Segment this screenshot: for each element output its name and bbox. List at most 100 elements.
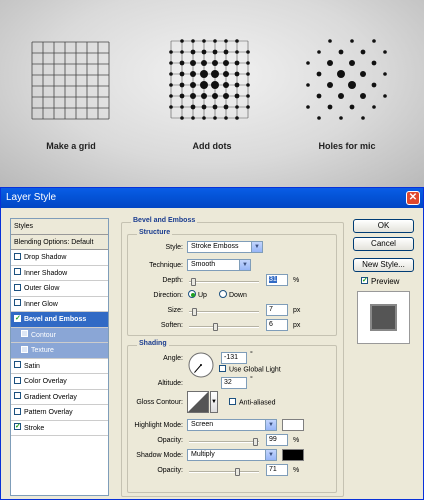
style-value: Stroke Emboss	[191, 243, 239, 250]
styles-list-item[interactable]: Color Overlay	[11, 374, 108, 390]
size-input[interactable]: 7	[266, 304, 288, 316]
close-button[interactable]: ✕	[406, 191, 420, 205]
angle-unit: °	[250, 351, 253, 358]
styles-list-item[interactable]: Blending Options: Default	[11, 234, 108, 250]
dot	[191, 39, 195, 43]
dot	[169, 105, 173, 109]
soften-slider[interactable]	[189, 323, 259, 331]
styles-list-item[interactable]: ✓ Bevel and Emboss	[11, 312, 108, 328]
direction-down-radio[interactable]: Down	[219, 290, 247, 299]
styles-list-item[interactable]: Styles	[11, 219, 108, 235]
anti-aliased-checkbox[interactable]: Anti-aliased	[229, 398, 276, 406]
styles-list-item[interactable]: Inner Shadow	[11, 266, 108, 281]
styles-list-item[interactable]: Contour	[11, 327, 108, 343]
checkbox-icon[interactable]	[21, 345, 28, 353]
shadow-opacity-slider[interactable]	[189, 468, 259, 476]
styles-list-item[interactable]: Outer Glow	[11, 281, 108, 297]
style-select[interactable]: Stroke Emboss ▼	[187, 241, 263, 253]
checkmark-icon[interactable]: ✓	[14, 314, 21, 322]
styles-list-item[interactable]: Inner Glow	[11, 297, 108, 312]
dot	[339, 116, 343, 120]
depth-input[interactable]: 31	[266, 274, 288, 286]
dialog-title: Layer Style	[6, 192, 57, 203]
technique-select[interactable]: Smooth ▼	[187, 259, 251, 271]
checkmark-icon[interactable]: ✓	[14, 423, 21, 431]
angle-dial[interactable]	[187, 351, 215, 379]
styles-list-item[interactable]: Texture	[11, 343, 108, 359]
gloss-contour-picker[interactable]	[187, 391, 209, 413]
shadow-opacity-input[interactable]: 71	[266, 464, 288, 476]
shadow-opacity-thumb[interactable]	[235, 468, 241, 476]
highlight-mode-label: Highlight Mode:	[134, 422, 183, 429]
caption-holes-for-mic: Holes for mic	[318, 141, 376, 151]
soften-input[interactable]: 6	[266, 319, 288, 331]
direction-up-radio[interactable]: Up	[188, 290, 207, 299]
angle-input[interactable]: -131	[221, 352, 247, 364]
styles-list-item[interactable]: Gradient Overlay	[11, 390, 108, 405]
size-slider[interactable]	[189, 308, 259, 316]
angle-label: Angle:	[163, 355, 183, 362]
highlight-mode-select[interactable]: Screen ▼	[187, 419, 277, 431]
grid-dots-figure	[169, 39, 250, 120]
highlight-opacity-slider[interactable]	[189, 438, 259, 446]
highlight-opacity-input[interactable]: 99	[266, 434, 288, 446]
checkbox-icon[interactable]	[14, 361, 21, 369]
styles-list-item-label: Gradient Overlay	[24, 393, 77, 401]
dot	[213, 116, 217, 120]
checkbox-icon[interactable]	[219, 365, 226, 372]
use-global-light-checkbox[interactable]: Use Global Light	[219, 365, 281, 373]
highlight-color-swatch[interactable]	[282, 419, 304, 431]
dot	[234, 71, 240, 77]
dot	[371, 60, 377, 66]
styles-list-item[interactable]: ✓ Stroke	[11, 421, 108, 436]
radio-off-icon[interactable]	[219, 290, 227, 298]
dot	[169, 83, 173, 87]
styles-list-item[interactable]: Satin	[11, 359, 108, 374]
checkbox-icon[interactable]	[14, 376, 21, 384]
styles-list-item-label: Pattern Overlay	[24, 409, 73, 416]
dot	[316, 93, 322, 99]
shadow-mode-select[interactable]: Multiply ▼	[187, 449, 277, 461]
shading-title: Shading	[137, 340, 169, 347]
checkbox-icon[interactable]	[14, 407, 21, 415]
checkbox-icon[interactable]	[229, 398, 236, 405]
cancel-button[interactable]: Cancel	[353, 237, 414, 251]
checkbox-icon[interactable]	[14, 268, 21, 276]
styles-list-item-label: Texture	[31, 347, 54, 354]
checkbox-icon[interactable]	[14, 252, 21, 260]
dot	[212, 60, 218, 66]
soften-slider-thumb[interactable]	[213, 323, 219, 331]
dot	[211, 81, 219, 89]
size-slider-thumb[interactable]	[192, 308, 198, 316]
dot	[234, 93, 240, 99]
depth-slider-thumb[interactable]	[190, 278, 196, 286]
dot	[169, 72, 173, 76]
highlight-opacity-thumb[interactable]	[253, 438, 259, 446]
new-style-button[interactable]: New Style...	[353, 258, 414, 272]
styles-list-item[interactable]: Drop Shadow	[11, 250, 108, 266]
styles-list-item-label: Inner Shadow	[24, 269, 68, 277]
preview-checkbox[interactable]: ✓ Preview	[361, 277, 399, 286]
ok-button[interactable]: OK	[353, 219, 414, 233]
dot	[223, 82, 229, 88]
radio-on-icon[interactable]	[188, 290, 196, 298]
dot	[190, 93, 196, 99]
styles-list: Styles Blending Options: Default Drop Shad…	[10, 218, 109, 496]
checkbox-icon[interactable]	[14, 283, 21, 291]
dot	[327, 60, 333, 66]
dot	[317, 50, 321, 54]
checkbox-icon[interactable]	[14, 299, 21, 307]
styles-list-item[interactable]: Pattern Overlay	[11, 405, 108, 421]
checkmark-icon[interactable]: ✓	[361, 277, 368, 285]
gloss-contour-dropdown[interactable]: ▼	[210, 391, 218, 413]
styles-list-item-label: Inner Glow	[24, 300, 58, 308]
shadow-opacity-label: Opacity:	[157, 467, 183, 474]
checkbox-icon[interactable]	[14, 392, 21, 400]
dialog-titlebar[interactable]: Layer Style ✕	[1, 188, 423, 208]
shadow-color-swatch[interactable]	[282, 449, 304, 461]
tutorial-illustration: Make a grid Add dots Holes for mic	[0, 0, 424, 187]
altitude-input[interactable]: 32	[221, 377, 247, 389]
depth-slider[interactable]	[189, 278, 259, 286]
dot	[179, 93, 185, 99]
checkbox-icon[interactable]	[21, 330, 28, 338]
